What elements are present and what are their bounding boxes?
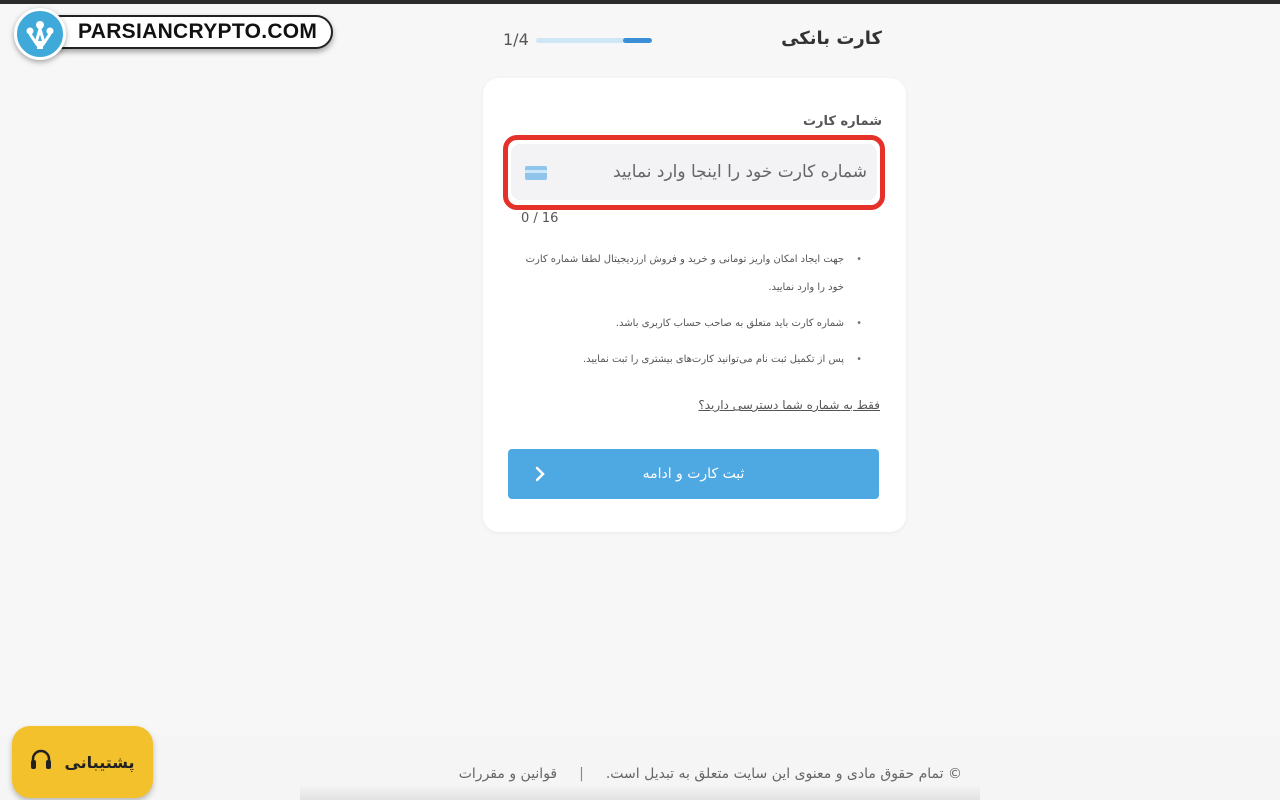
credit-card-icon: [525, 166, 547, 180]
footer-line: © تمام حقوق مادی و معنوی این سایت متعلق …: [459, 766, 962, 782]
support-button[interactable]: پشتیبانی: [12, 726, 153, 798]
character-counter: 0 / 16: [521, 211, 559, 226]
card-number-label: شماره کارت: [802, 114, 882, 129]
submit-button-label: ثبت کارت و ادامه: [642, 466, 745, 482]
info-notes: جهت ایجاد امکان واریز تومانی و خرید و فر…: [522, 246, 862, 382]
note-item: پس از تکمیل ثبت نام می‌توانید کارت‌های ب…: [522, 346, 862, 374]
support-label: پشتیبانی: [64, 752, 135, 772]
watermark: PARSIANCRYPTO.COM: [14, 8, 334, 60]
note-item: شماره کارت باید متعلق به صاحب حساب کاربر…: [522, 310, 862, 338]
watermark-text: PARSIANCRYPTO.COM: [44, 15, 334, 49]
footer-separator: |: [579, 766, 584, 782]
progress-fill: [623, 38, 652, 43]
footer-shadow: [300, 785, 980, 800]
headset-icon: [30, 748, 52, 776]
progress-bar: [536, 38, 652, 43]
bank-card-form: شماره کارت 0 / 16 جهت ایجاد امکان واریز …: [483, 78, 906, 532]
submit-card-button[interactable]: ثبت کارت و ادامه: [508, 449, 879, 499]
phone-only-link[interactable]: فقط به شماره شما دسترسی دارید؟: [698, 398, 880, 412]
step-indicator: 1/4: [503, 30, 529, 49]
footer: © تمام حقوق مادی و معنوی این سایت متعلق …: [0, 735, 1280, 800]
top-border: [0, 0, 1280, 4]
card-number-input[interactable]: [511, 144, 877, 200]
note-item: جهت ایجاد امکان واریز تومانی و خرید و فر…: [522, 246, 862, 302]
page-title: کارت بانکی: [781, 28, 882, 49]
chevron-right-icon: [534, 465, 546, 487]
watermark-logo-icon: [14, 8, 66, 60]
copyright-text: © تمام حقوق مادی و معنوی این سایت متعلق …: [605, 766, 962, 782]
rules-link[interactable]: قوانین و مقررات: [459, 766, 557, 782]
